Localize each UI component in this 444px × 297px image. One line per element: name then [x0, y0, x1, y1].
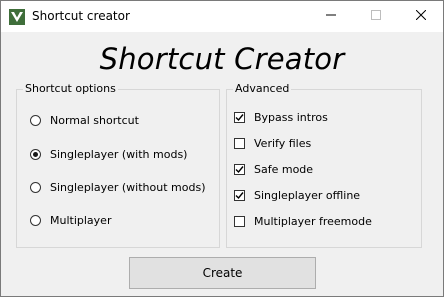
- radio-singleplayer-with-mods[interactable]: Singleplayer (with mods): [30, 146, 187, 162]
- checkbox-checked[interactable]: [234, 163, 245, 175]
- checkbox-label: Safe mode: [254, 162, 314, 176]
- checkbox-safe-mode[interactable]: Safe mode: [234, 161, 313, 177]
- client-area: Shortcut Creator Shortcut options Normal…: [1, 32, 443, 296]
- radio-label: Normal shortcut: [50, 113, 139, 127]
- radio-label: Singleplayer (with mods): [50, 147, 188, 161]
- close-button[interactable]: [398, 1, 443, 32]
- radio-button[interactable]: [30, 214, 41, 226]
- minimize-icon: [325, 10, 336, 23]
- advanced-legend: Advanced: [233, 82, 292, 95]
- window-title: Shortcut creator: [32, 9, 130, 23]
- app-logo-icon: [9, 9, 25, 25]
- checkbox-verify-files[interactable]: Verify files: [234, 135, 311, 151]
- minimize-button[interactable]: [308, 1, 353, 32]
- close-icon: [415, 9, 426, 23]
- maximize-icon: [370, 10, 381, 23]
- radio-button-selected[interactable]: [30, 148, 41, 160]
- checkmark-icon: [235, 165, 244, 173]
- checkbox-unchecked[interactable]: [234, 137, 245, 149]
- checkbox-multiplayer-freemode[interactable]: Multiplayer freemode: [234, 213, 372, 229]
- shortcut-options-group: Shortcut options Normal shortcut Singlep…: [16, 82, 220, 248]
- maximize-button[interactable]: [353, 1, 398, 32]
- radio-singleplayer-without-mods[interactable]: Singleplayer (without mods): [30, 179, 205, 195]
- checkmark-icon: [235, 191, 244, 199]
- radio-multiplayer[interactable]: Multiplayer: [30, 212, 111, 228]
- checkbox-checked[interactable]: [234, 111, 245, 123]
- checkbox-label: Verify files: [254, 136, 312, 150]
- create-button[interactable]: Create: [129, 257, 316, 289]
- radio-normal-shortcut[interactable]: Normal shortcut: [30, 112, 139, 128]
- checkbox-label: Bypass intros: [254, 110, 328, 124]
- checkmark-icon: [235, 113, 244, 121]
- radio-label: Singleplayer (without mods): [50, 180, 206, 194]
- checkbox-unchecked[interactable]: [234, 215, 245, 227]
- checkbox-bypass-intros[interactable]: Bypass intros: [234, 109, 328, 125]
- advanced-group: Advanced Bypass intros Verify files Safe…: [226, 82, 422, 248]
- checkbox-checked[interactable]: [234, 189, 245, 201]
- radio-button[interactable]: [30, 114, 41, 126]
- radio-label: Multiplayer: [50, 213, 112, 227]
- checkbox-label: Singleplayer offline: [254, 188, 361, 202]
- app-window: Shortcut creator Shortcut Creator Shortc…: [0, 0, 444, 297]
- checkbox-singleplayer-offline[interactable]: Singleplayer offline: [234, 187, 360, 203]
- title-bar[interactable]: Shortcut creator: [1, 1, 443, 32]
- radio-button[interactable]: [30, 181, 41, 193]
- page-title: Shortcut Creator: [99, 42, 345, 76]
- shortcut-options-legend: Shortcut options: [23, 82, 118, 95]
- checkbox-label: Multiplayer freemode: [254, 214, 372, 228]
